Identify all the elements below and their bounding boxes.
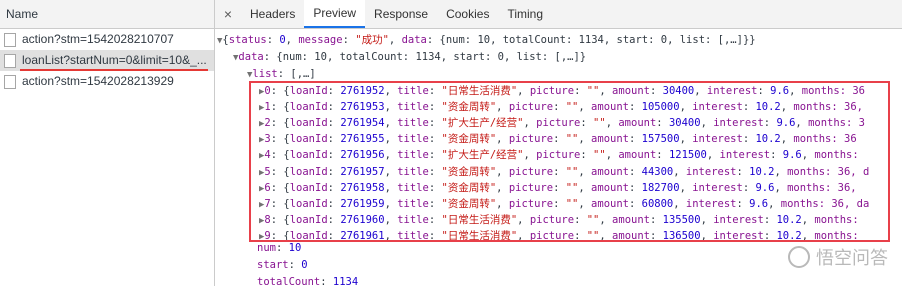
name-column-header[interactable]: Name bbox=[0, 0, 214, 29]
list-array-line[interactable]: ▼list: [,…] bbox=[247, 66, 316, 82]
document-icon bbox=[4, 32, 16, 47]
tab-cookies[interactable]: Cookies bbox=[437, 0, 498, 28]
request-name: action?stm=1542028210707 bbox=[22, 32, 174, 46]
tab-preview[interactable]: Preview bbox=[304, 0, 366, 28]
document-icon bbox=[4, 74, 16, 89]
wukong-logo-icon bbox=[788, 246, 810, 268]
watermark: 悟空问答 bbox=[788, 244, 888, 270]
tab-timing[interactable]: Timing bbox=[498, 0, 552, 28]
request-name: action?stm=1542028213929 bbox=[22, 74, 174, 88]
request-row[interactable]: action?stm=1542028210707 bbox=[0, 29, 214, 50]
close-icon[interactable]: × bbox=[215, 0, 241, 28]
request-name: loanList?startNum=0&limit=10&_... bbox=[22, 53, 207, 67]
num-property-line: num: 10 bbox=[257, 242, 302, 254]
request-row[interactable]: action?stm=1542028213929 bbox=[0, 71, 214, 92]
start-property-line: start: 0 bbox=[257, 259, 308, 271]
red-underline-annotation bbox=[20, 69, 208, 71]
request-list-panel: Name action?stm=1542028210707 loanList?st… bbox=[0, 0, 215, 286]
root-object-line[interactable]: ▼{status: 0, message: "成功", data: {num: … bbox=[217, 32, 756, 48]
totalcount-property-line: totalCount: 1134 bbox=[257, 276, 359, 286]
red-box-annotation bbox=[249, 81, 890, 242]
document-icon bbox=[4, 53, 16, 68]
tab-response[interactable]: Response bbox=[365, 0, 437, 28]
tab-headers[interactable]: Headers bbox=[241, 0, 304, 28]
data-object-line[interactable]: ▼data: {num: 10, totalCount: 1134, start… bbox=[233, 49, 586, 65]
request-row[interactable]: loanList?startNum=0&limit=10&_... bbox=[0, 50, 214, 71]
detail-tabs: × Headers Preview Response Cookies Timin… bbox=[215, 0, 902, 29]
